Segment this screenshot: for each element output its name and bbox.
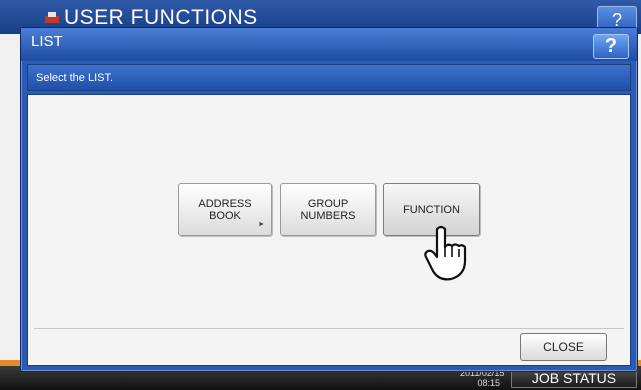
group-numbers-button[interactable]: GROUP NUMBERS xyxy=(280,183,376,236)
address-book-label-line1: ADDRESS xyxy=(198,197,252,210)
address-book-label-line2: BOOK xyxy=(209,209,241,222)
dialog-panel: ADDRESS BOOK ► GROUP NUMBERS FUNCTION CL… xyxy=(27,94,631,366)
message-bar: Select the LIST. xyxy=(27,64,631,91)
submenu-arrow-icon: ► xyxy=(258,221,265,228)
address-book-button[interactable]: ADDRESS BOOK ► xyxy=(178,183,272,236)
dialog-title: LIST xyxy=(31,33,63,50)
clock-time: 08:15 xyxy=(477,378,500,388)
group-numbers-label-line1: GROUP xyxy=(307,197,349,210)
list-dialog: LIST ? Select the LIST. ADDRESS BOOK ► G… xyxy=(20,27,638,372)
panel-divider xyxy=(34,328,624,329)
dialog-help-button[interactable]: ? xyxy=(593,34,629,59)
hand-pointer-icon xyxy=(424,225,467,281)
close-button[interactable]: CLOSE xyxy=(520,333,607,361)
message-text: Select the LIST. xyxy=(36,72,114,84)
printer-logo-icon xyxy=(45,12,59,23)
function-label: FUNCTION xyxy=(403,203,460,216)
group-numbers-label-line2: NUMBERS xyxy=(300,209,356,222)
dialog-header: LIST ? xyxy=(21,28,637,61)
